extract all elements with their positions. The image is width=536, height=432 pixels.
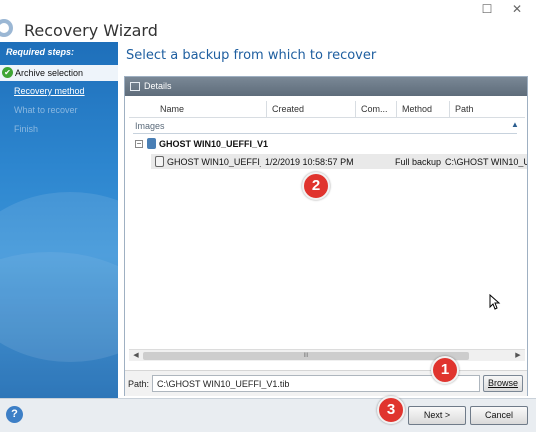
backup-archive-icon — [147, 138, 156, 149]
app-logo-icon — [0, 19, 13, 37]
details-icon — [130, 82, 140, 91]
sidebar-step-label: Archive selection — [15, 68, 84, 78]
scroll-right-icon[interactable]: ▶ — [513, 351, 523, 361]
column-header-row: Name Created Com... Method Path — [129, 101, 525, 118]
maximize-icon[interactable]: ☐ — [480, 2, 494, 16]
details-header: Details — [125, 77, 527, 96]
backup-file-icon — [155, 156, 164, 167]
column-path[interactable]: Path — [449, 101, 525, 118]
row-created: 1/2/2019 10:58:57 PM — [265, 157, 354, 167]
sidebar-step-archive-selection[interactable]: ✔ Archive selection — [0, 65, 118, 81]
steps-heading: Required steps: — [6, 47, 75, 57]
collapse-node-icon[interactable]: − — [135, 140, 143, 148]
next-button-label: Next > — [423, 410, 451, 420]
close-icon[interactable]: ✕ — [510, 2, 524, 16]
scroll-left-icon[interactable]: ◀ — [131, 351, 141, 361]
scrollbar-thumb[interactable]: III — [143, 352, 469, 360]
row-path: C:\GHOST WIN10_UE — [445, 157, 527, 167]
sidebar-step-finish: Finish — [14, 124, 39, 134]
column-method[interactable]: Method — [396, 101, 448, 118]
column-created[interactable]: Created — [266, 101, 354, 118]
help-icon[interactable]: ? — [6, 406, 23, 423]
mouse-cursor-icon — [489, 294, 501, 310]
horizontal-scrollbar[interactable]: ◀ III ▶ — [129, 349, 525, 361]
table-row[interactable]: GHOST WIN10_UEFFI_V1 1/2/2019 10:58:57 P… — [151, 154, 527, 169]
details-panel: Details Name Created Com... Method Path … — [124, 76, 528, 396]
path-input[interactable] — [152, 375, 480, 392]
wizard-steps-sidebar: Required steps: ✔ Archive selection Reco… — [0, 42, 118, 398]
cancel-button-label: Cancel — [484, 410, 513, 420]
callout-3: 3 — [377, 396, 405, 424]
sidebar-step-recovery-method[interactable]: Recovery method — [14, 86, 85, 96]
path-label: Path: — [128, 379, 150, 389]
next-button[interactable]: Next > — [408, 406, 466, 425]
column-name[interactable]: Name — [155, 101, 265, 118]
group-divider — [133, 133, 517, 134]
collapse-icon[interactable]: ▲ — [511, 120, 519, 129]
title-bar: Recovery Wizard ☐ ✕ — [0, 0, 536, 42]
checkmark-icon: ✔ — [2, 67, 13, 78]
path-bar: Path: Browse — [125, 370, 527, 396]
details-label: Details — [144, 81, 172, 91]
sidebar-step-what-to-recover: What to recover — [14, 105, 78, 115]
row-name: GHOST WIN10_UEFFI_V1 — [167, 157, 261, 167]
wizard-footer: ? Next > Cancel — [0, 398, 536, 432]
callout-2: 2 — [302, 172, 330, 200]
group-label-images: Images — [135, 121, 165, 131]
cancel-button[interactable]: Cancel — [470, 406, 528, 425]
row-method: Full backup — [395, 157, 442, 167]
tree-node-label: GHOST WIN10_UEFFI_V1 — [159, 139, 269, 149]
column-comment[interactable]: Com... — [355, 101, 395, 118]
callout-1: 1 — [431, 356, 459, 384]
window-title: Recovery Wizard — [24, 21, 158, 40]
browse-button[interactable]: Browse — [483, 375, 523, 392]
page-title: Select a backup from which to recover — [126, 48, 377, 63]
